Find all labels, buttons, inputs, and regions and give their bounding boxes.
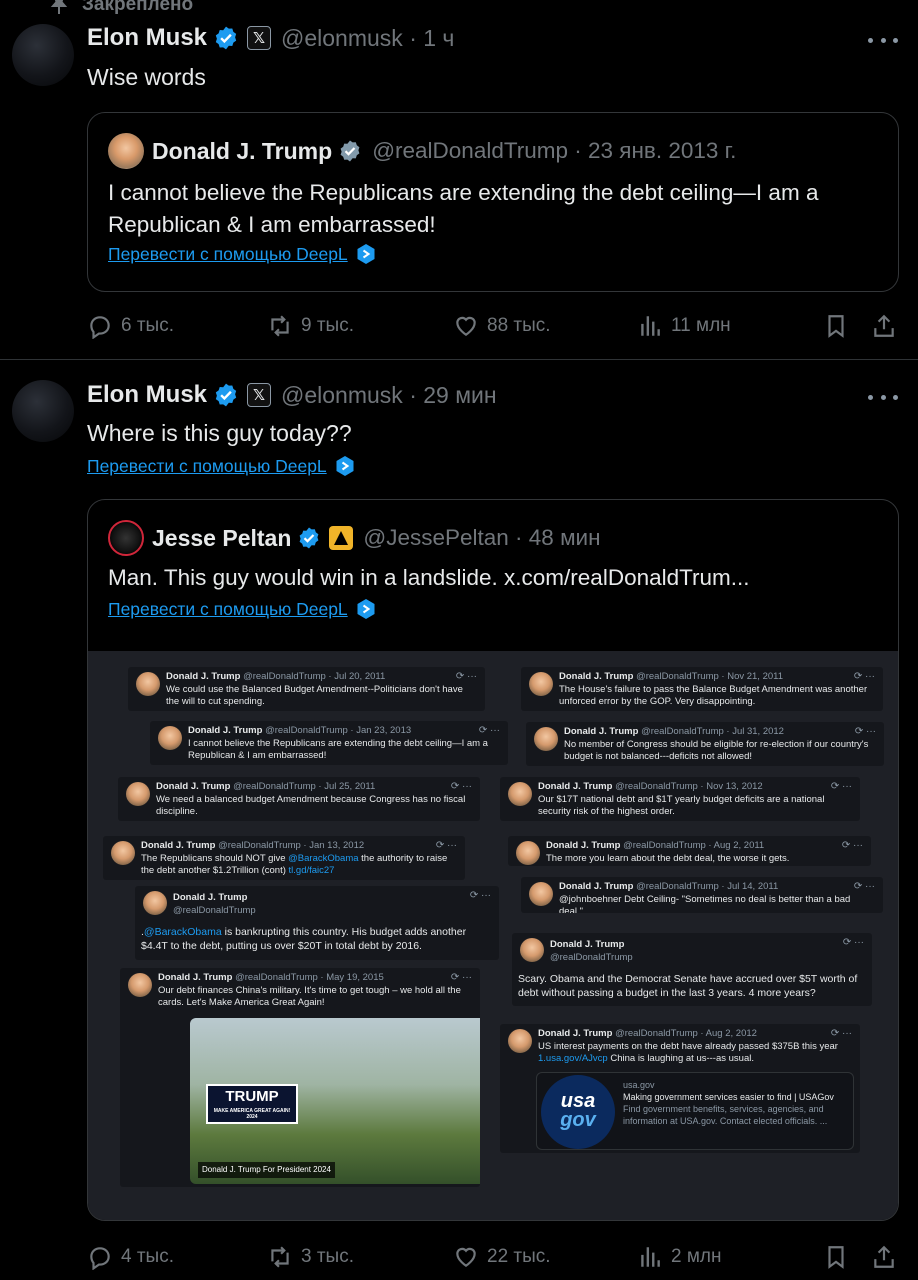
- bookmark-icon[interactable]: [823, 313, 849, 339]
- reply-count: 4 тыс.: [121, 1246, 174, 1267]
- post[interactable]: Elon Musk 𝕏 @elonmusk · 29 мин Where is …: [0, 361, 918, 1280]
- share-icon[interactable]: [871, 313, 897, 339]
- avatar[interactable]: [12, 24, 74, 86]
- quote-text: I cannot believe the Republicans are ext…: [108, 180, 819, 237]
- reply-button[interactable]: 4 тыс.: [87, 1244, 267, 1270]
- mini-tweet: Donald J. Trump @realDonaldTrump · Jul 2…: [118, 777, 480, 821]
- views-count: 2 млн: [671, 1246, 722, 1267]
- repost-count: 3 тыс.: [301, 1246, 354, 1267]
- author-name[interactable]: Elon Musk: [87, 24, 207, 52]
- quote-handle-time: @realDonaldTrump · 23 янв. 2013 г.: [372, 138, 737, 163]
- mini-tweet: Donald J. Trump @realDonaldTrump Scary. Ob…: [512, 933, 872, 1006]
- translate-link[interactable]: Перевести с помощью DeepL: [108, 243, 376, 265]
- verified-badge-icon: [340, 140, 360, 162]
- translate-link[interactable]: Перевести с помощью DeepL: [108, 598, 376, 620]
- reply-count: 6 тыс.: [121, 315, 174, 336]
- verified-badge-icon: [215, 26, 237, 50]
- post-actions: 4 тыс. 3 тыс. 22 тыс. 2 млн: [87, 1240, 907, 1274]
- mini-tweet: Donald J. Trump @realDonaldTrump · Aug 2…: [500, 1024, 860, 1153]
- avatar[interactable]: [12, 380, 74, 442]
- mini-tweet: Donald J. Trump @realDonaldTrump · Jul 2…: [128, 667, 485, 711]
- translate-link[interactable]: Перевести с помощью DeepL: [87, 455, 355, 477]
- embedded-image[interactable]: Donald J. Trump @realDonaldTrump · Jul 2…: [88, 651, 898, 1220]
- like-button[interactable]: 88 тыс.: [453, 313, 637, 339]
- repost-count: 9 тыс.: [301, 315, 354, 336]
- more-options-icon[interactable]: [868, 30, 898, 50]
- mini-tweet: Donald J. Trump @realDonaldTrump .@BarackO…: [135, 886, 499, 960]
- post-header: Elon Musk 𝕏 @elonmusk · 29 мин: [87, 381, 497, 409]
- share-icon[interactable]: [871, 1244, 897, 1270]
- heart-icon: [456, 316, 476, 336]
- mini-tweet: Donald J. Trump @realDonaldTrump · May 1…: [120, 968, 480, 1187]
- quote-author-name: Donald J. Trump: [152, 137, 333, 164]
- verified-badge-icon: [299, 527, 319, 549]
- repost-button[interactable]: 3 тыс.: [267, 1244, 453, 1270]
- post-text: Wise words: [87, 64, 206, 90]
- reply-button[interactable]: 6 тыс.: [87, 313, 267, 339]
- quote-handle-time: @JessePeltan · 48 мин: [363, 525, 601, 550]
- author-name[interactable]: Elon Musk: [87, 381, 207, 409]
- handle-time[interactable]: @elonmusk · 1 ч: [281, 25, 454, 52]
- mini-tweet: Donald J. Trump @realDonaldTrump · Jan 2…: [150, 721, 508, 765]
- usagov-logo: usa gov: [541, 1075, 615, 1149]
- post-actions: 6 тыс. 9 тыс. 88 тыс. 11 млн: [87, 309, 907, 343]
- x-affiliate-icon: 𝕏: [247, 383, 272, 407]
- link-card: usa gov usa.gov Making government service…: [536, 1072, 854, 1150]
- heart-icon: [456, 1247, 476, 1267]
- quote-author-name: Jesse Peltan: [152, 524, 292, 551]
- translate-label[interactable]: Перевести с помощью DeepL: [108, 599, 348, 620]
- mini-tweet: Donald J. Trump @realDonaldTrump · Nov 2…: [521, 667, 883, 711]
- quote-text: Man. This guy would win in a landslide. …: [108, 565, 750, 590]
- mini-tweet: Donald J. Trump @realDonaldTrump · Jan 1…: [103, 836, 465, 880]
- deepl-icon: [357, 244, 375, 264]
- affiliate-badge-icon: [329, 526, 354, 550]
- views-button[interactable]: 2 млн: [637, 1244, 823, 1270]
- deepl-icon: [357, 599, 375, 619]
- quote-header: Donald J. Trump @realDonaldTrump · 23 ян…: [108, 133, 736, 169]
- x-affiliate-icon: 𝕏: [247, 26, 272, 50]
- quote-header: Jesse Peltan @JessePeltan · 48 мин: [108, 520, 601, 556]
- quote-avatar: [108, 520, 144, 556]
- views-icon: [641, 1247, 660, 1267]
- repost-icon: [271, 315, 289, 337]
- post-text: Where is this guy today??: [87, 420, 352, 446]
- translate-label[interactable]: Перевести с помощью DeepL: [108, 244, 348, 265]
- handle-time[interactable]: @elonmusk · 29 мин: [281, 382, 497, 409]
- like-button[interactable]: 22 тыс.: [453, 1244, 637, 1270]
- more-options-icon[interactable]: [868, 387, 898, 407]
- campaign-photo: TRUMP MAKE AMERICA GREAT AGAIN! 2024 Dona…: [190, 1018, 480, 1184]
- verified-badge-icon: [215, 383, 237, 407]
- post[interactable]: Elon Musk 𝕏 @elonmusk · 1 ч Wise words D…: [0, 0, 918, 360]
- mini-tweet: Donald J. Trump @realDonaldTrump · Nov 1…: [500, 777, 860, 821]
- views-button[interactable]: 11 млн: [637, 313, 823, 339]
- like-count: 22 тыс.: [487, 1246, 551, 1267]
- post-header: Elon Musk 𝕏 @elonmusk · 1 ч: [87, 24, 454, 52]
- deepl-icon: [336, 456, 354, 476]
- like-count: 88 тыс.: [487, 315, 551, 336]
- reply-icon: [90, 1247, 110, 1270]
- mini-tweet: Donald J. Trump @realDonaldTrump · Jul 3…: [526, 722, 884, 766]
- mini-tweet: Donald J. Trump @realDonaldTrump · Aug 2…: [508, 836, 871, 866]
- repost-button[interactable]: 9 тыс.: [267, 313, 453, 339]
- repost-icon: [271, 1246, 289, 1268]
- quoted-post[interactable]: Jesse Peltan @JessePeltan · 48 мин Man. …: [87, 499, 899, 1221]
- quote-avatar: [108, 133, 144, 169]
- reply-icon: [90, 316, 110, 339]
- bookmark-icon[interactable]: [823, 1244, 849, 1270]
- quoted-post[interactable]: Donald J. Trump @realDonaldTrump · 23 ян…: [87, 112, 899, 292]
- views-icon: [641, 316, 660, 336]
- views-count: 11 млн: [671, 315, 731, 336]
- mini-tweet: Donald J. Trump @realDonaldTrump · Jul 1…: [521, 877, 883, 913]
- translate-label[interactable]: Перевести с помощью DeepL: [87, 456, 327, 477]
